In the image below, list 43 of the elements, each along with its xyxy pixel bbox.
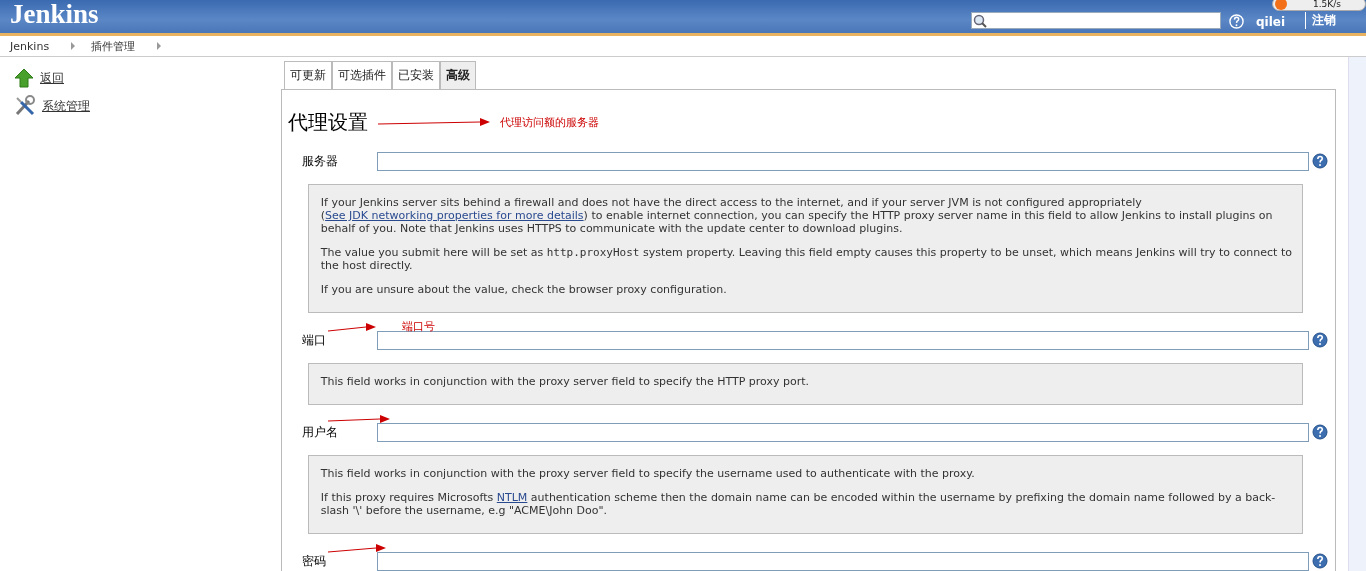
help-text: This field works in conjunction with the proxy server field to specify the HTTP proxy port. — [320, 375, 811, 388]
field-label: 端口 — [300, 331, 327, 349]
help-icon[interactable] — [1312, 332, 1328, 348]
user-link[interactable]: qilei — [1255, 15, 1285, 29]
section-title: 代理设置 — [287, 108, 368, 136]
help-icon[interactable] — [1312, 553, 1328, 569]
field-label: 服务器 — [300, 152, 339, 170]
help-text: If you are unsure about the value, check the browser proxy configuration. — [320, 283, 728, 296]
text-input[interactable] — [376, 151, 1309, 171]
circle-icon — [1275, 0, 1287, 10]
jenkins-logo[interactable]: Jenkins — [10, 0, 99, 30]
breadcrumb-arrow-icon — [71, 42, 76, 50]
scrollbar[interactable] — [1348, 57, 1366, 571]
field-label: 用户名 — [300, 423, 339, 441]
help-text: The value you submit here will be set as http.proxyHost system property. Leaving this field empty causes this property to be unset, which means Jenkins will try to connect to the host directly. — [320, 246, 1292, 272]
tab[interactable]: 可选插件 — [331, 61, 392, 89]
breadcrumb-link[interactable]: Jenkins — [10, 39, 50, 53]
help-text: If your Jenkins server sits behind a firewall and does not have the direct access to the internet, and if your server JVM is not configured appropriately (See JDK networking properties for more details) to enable internet connection, you can specify the HTTP proxy server name in this field to allow Jenkins to install plugins on behalf of you. Note that Jenkins uses HTTPS to communicate with the update center to download plugins. — [320, 196, 1274, 235]
annotation-text: 代理访问额的服务器 — [499, 114, 599, 130]
sidebar-link[interactable]: 返回 — [40, 69, 64, 87]
help-icon[interactable] — [1312, 424, 1328, 440]
help-text: This field works in conjunction with the proxy server field to specify the username used to authenticate with the proxy. — [320, 467, 976, 480]
field-label: 密码 — [300, 552, 327, 570]
text-input[interactable] — [376, 551, 1309, 571]
help-icon[interactable] — [1312, 153, 1328, 169]
logout-link[interactable]: 注销 — [1305, 12, 1336, 29]
help-link[interactable]: NTLM — [496, 491, 528, 504]
search-icon — [972, 13, 987, 28]
speed-text: 1.5K/s — [1313, 0, 1341, 9]
tab[interactable]: 可更新 — [283, 61, 332, 89]
breadcrumb-arrow-icon — [157, 42, 162, 50]
up-arrow-icon — [14, 68, 34, 88]
breadcrumb-link[interactable]: 插件管理 — [91, 38, 136, 54]
help-link[interactable]: See JDK networking properties for more details — [325, 209, 584, 222]
text-input[interactable] — [376, 330, 1309, 350]
annotation-text: 端口号 — [401, 319, 435, 334]
help-text: If this proxy requires Microsofts NTLM authentication scheme then the domain name can be encoded within the username by prefixing the domain name followed by a back-slash '\' before the username, e.g "ACME\John Doo". — [320, 491, 1277, 517]
text-input[interactable] — [376, 422, 1309, 442]
sidebar-link[interactable]: 系统管理 — [42, 97, 90, 115]
tab[interactable]: 高级 — [439, 61, 476, 89]
tab[interactable]: 已安装 — [391, 61, 440, 89]
search-field[interactable] — [970, 12, 1221, 29]
wrench-screwdriver-icon — [14, 95, 36, 117]
